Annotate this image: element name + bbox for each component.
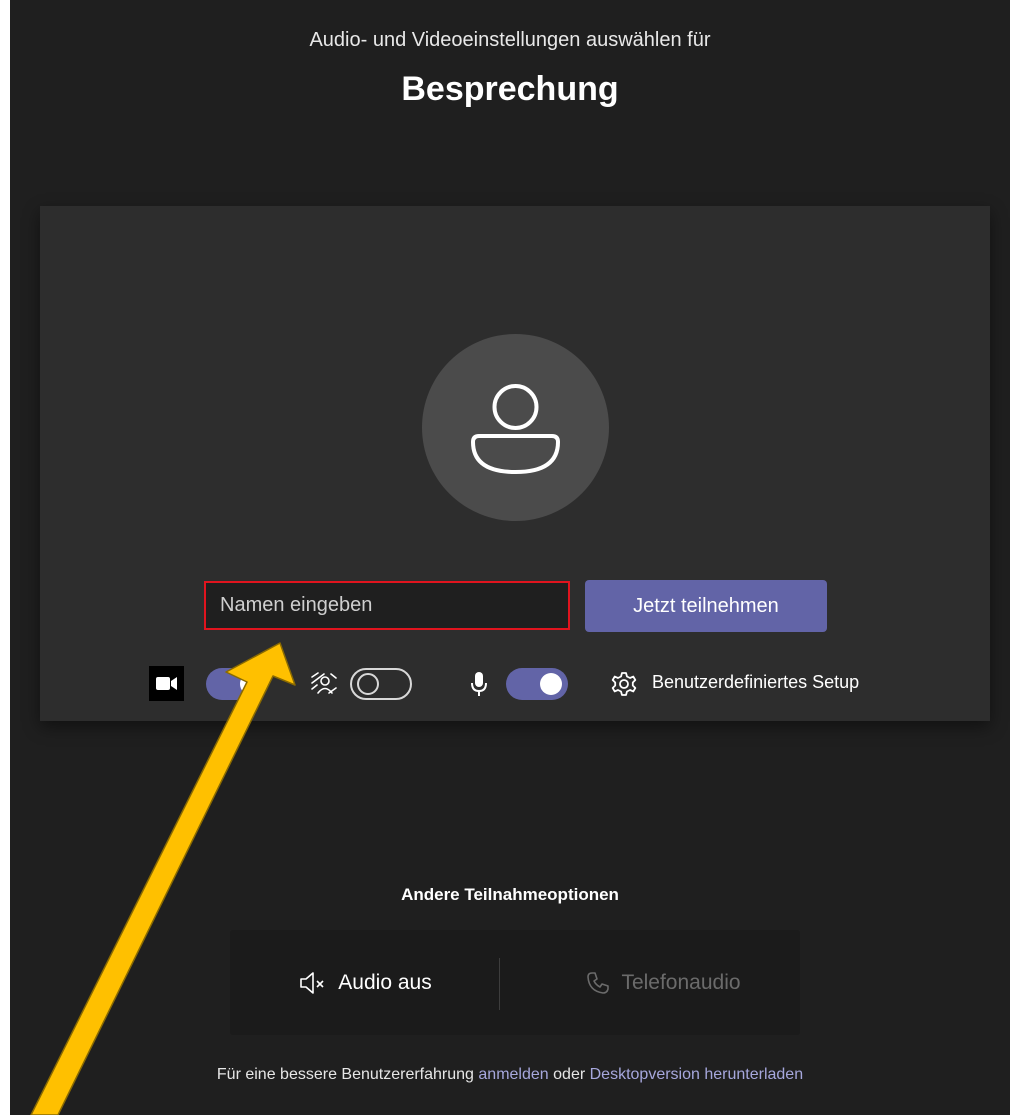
annotation-arrow-icon (30, 642, 296, 1115)
